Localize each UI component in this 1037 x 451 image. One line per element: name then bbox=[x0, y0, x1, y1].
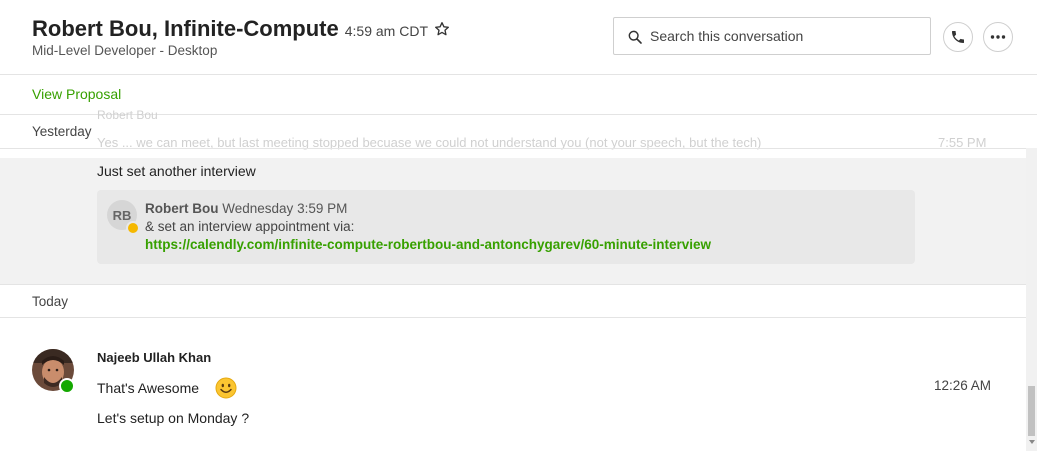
divider bbox=[0, 317, 1026, 318]
day-divider-today: Today bbox=[32, 294, 69, 309]
day-divider-yesterday: Yesterday bbox=[32, 124, 92, 139]
view-proposal-link[interactable]: View Proposal bbox=[32, 86, 121, 102]
message-text: Just set another interview bbox=[97, 163, 256, 179]
title-row: Robert Bou, Infinite-Compute 4:59 am CDT bbox=[32, 16, 450, 42]
conversation-title: Robert Bou, Infinite-Compute bbox=[32, 16, 339, 41]
scrollbar[interactable] bbox=[1026, 148, 1037, 451]
quote-header: Robert Bou Wednesday 3:59 PM bbox=[145, 201, 347, 216]
ellipsis-icon bbox=[990, 35, 1006, 39]
phone-icon bbox=[952, 31, 964, 43]
conversation-header: Robert Bou, Infinite-Compute 4:59 am CDT… bbox=[0, 0, 1037, 75]
quote-timestamp: Wednesday 3:59 PM bbox=[222, 201, 348, 216]
calendly-link[interactable]: https://calendly.com/infinite-compute-ro… bbox=[145, 237, 711, 252]
ghost-sender: Robert Bou bbox=[97, 108, 158, 122]
quote-sender: Robert Bou bbox=[145, 201, 219, 216]
message-time: 12:26 AM bbox=[934, 378, 992, 393]
divider bbox=[0, 284, 1026, 285]
quote-text: & set an interview appointment via: bbox=[145, 219, 355, 234]
search-input[interactable] bbox=[650, 18, 920, 54]
scroll-down-arrow-icon[interactable] bbox=[1029, 440, 1035, 444]
message-text: That's Awesome bbox=[97, 380, 200, 396]
search-icon bbox=[628, 30, 642, 44]
message-text: Let's setup on Monday ? bbox=[97, 410, 250, 426]
star-icon[interactable] bbox=[434, 21, 450, 42]
scrollbar-thumb[interactable] bbox=[1028, 386, 1035, 436]
quoted-message: RB Robert Bou Wednesday 3:59 PM & set an… bbox=[97, 190, 915, 264]
search-box[interactable] bbox=[613, 17, 931, 55]
sender-name: Najeeb Ullah Khan bbox=[97, 350, 212, 365]
smiley-emoji-icon bbox=[215, 377, 237, 404]
job-subtitle: Mid-Level Developer - Desktop bbox=[32, 43, 218, 58]
local-time: 4:59 am CDT bbox=[344, 23, 428, 39]
divider bbox=[0, 148, 1026, 149]
away-status-dot bbox=[126, 221, 140, 235]
call-button[interactable] bbox=[943, 22, 973, 52]
online-status-dot bbox=[59, 378, 75, 394]
more-options-button[interactable] bbox=[983, 22, 1013, 52]
